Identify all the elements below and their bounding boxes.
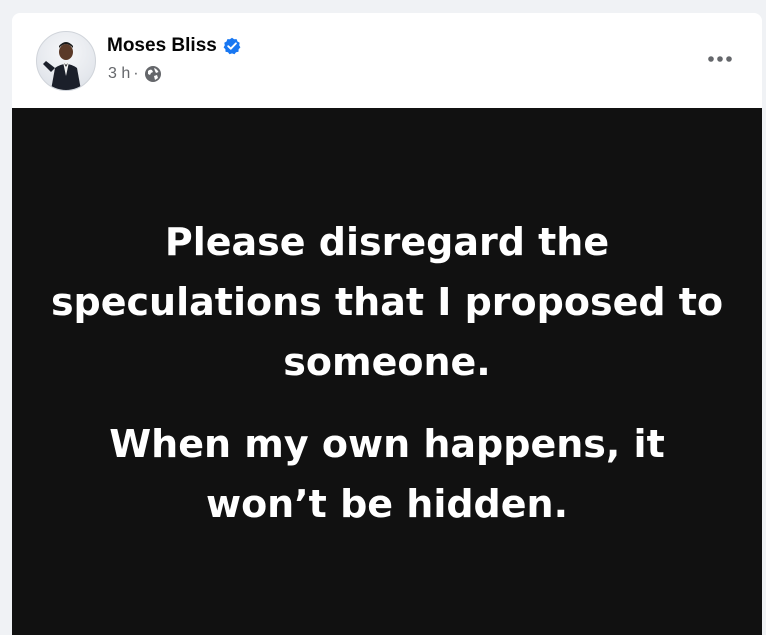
image-text-line-3: someone. bbox=[283, 340, 491, 384]
post-meta: 3 h · bbox=[108, 65, 162, 83]
author-avatar[interactable] bbox=[36, 31, 96, 91]
post-image[interactable]: Please disregard the speculations that I… bbox=[12, 108, 762, 635]
image-text-line-1: Please disregard the bbox=[164, 220, 610, 264]
post-timestamp[interactable]: 3 h bbox=[108, 65, 130, 83]
author-name[interactable]: Moses Bliss bbox=[107, 35, 241, 57]
post-card: Moses Bliss 3 h · Please disregard the s… bbox=[12, 13, 762, 635]
verified-badge-icon bbox=[223, 37, 241, 55]
meta-separator: · bbox=[133, 65, 139, 82]
more-options-icon bbox=[708, 56, 732, 62]
author-name-text[interactable]: Moses Bliss bbox=[107, 35, 217, 57]
more-options-button[interactable] bbox=[700, 41, 740, 77]
image-text-line-5: won’t be hidden. bbox=[205, 482, 569, 526]
globe-icon[interactable] bbox=[144, 65, 162, 83]
avatar-photo bbox=[43, 42, 81, 90]
image-text-line-2: speculations that I proposed to bbox=[50, 280, 724, 324]
image-text-line-4: When my own happens, it bbox=[109, 422, 665, 466]
post-header: Moses Bliss 3 h · bbox=[12, 13, 762, 108]
